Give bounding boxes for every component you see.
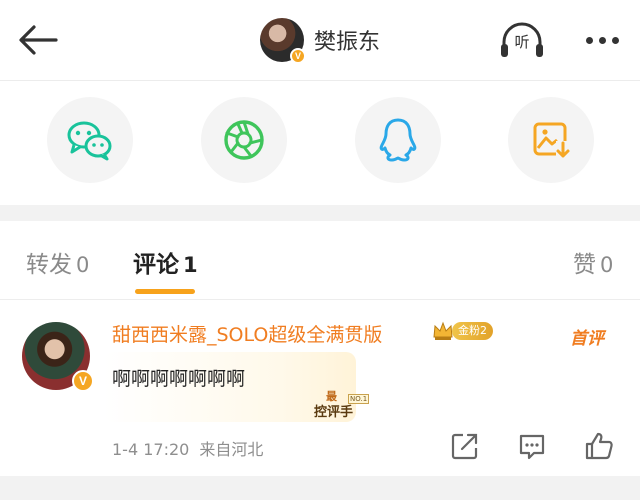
comment-author[interactable]: 甜西西米露_SOLO超级全满贯版 [112, 320, 382, 347]
more-dots-icon [585, 36, 593, 44]
wechat-icon [67, 121, 112, 161]
share-qq-button[interactable] [355, 97, 441, 183]
active-tab-indicator [135, 289, 195, 294]
comment-source: 来自河北 [199, 440, 264, 459]
qq-icon [379, 118, 417, 162]
bottom-separator [0, 476, 640, 500]
crown-icon [433, 321, 453, 340]
header-user[interactable]: V 樊振东 [260, 16, 380, 64]
username[interactable]: 樊振东 [314, 24, 380, 56]
tab-label: 评论 [133, 252, 179, 278]
avatar[interactable]: V [22, 322, 94, 392]
tab-count: 1 [183, 253, 198, 277]
save-image-button[interactable] [508, 97, 594, 183]
like-icon [585, 432, 613, 460]
avatar[interactable]: V [260, 18, 306, 64]
top-bar: V 樊振东 听 [0, 0, 640, 80]
tab-bar: 转发 0 评论 1 赞0 [0, 221, 640, 299]
listen-label: 听 [514, 33, 530, 51]
share-wechat-button[interactable] [47, 97, 133, 183]
badge-text: NO.1 [348, 394, 370, 404]
comment-item[interactable]: V 甜西西米露_SOLO超级全满贯版 金粉2 首评 啊啊啊啊啊啊啊 最 控评手 … [0, 300, 640, 476]
verified-badge: V [290, 48, 306, 64]
reply-button[interactable] [516, 430, 548, 462]
repost-button[interactable] [449, 430, 481, 462]
fan-badge-label: 金粉2 [452, 322, 493, 340]
comment-time: 1-4 17:20 [112, 440, 190, 459]
comment-icon [519, 434, 545, 460]
tab-count: 0 [76, 253, 90, 277]
share-moments-button[interactable] [201, 97, 287, 183]
comment-meta: 1-4 17:20 来自河北 [112, 436, 263, 460]
tab-reposts[interactable]: 转发 0 [26, 245, 89, 279]
wechat-moments-icon [224, 120, 264, 160]
tab-label: 赞 [573, 252, 596, 278]
tab-likes[interactable]: 赞0 [573, 245, 613, 279]
section-separator [0, 205, 640, 221]
arrow-left-icon [19, 25, 58, 55]
top-commenter-badge: 最 控评手 NO.1 [298, 388, 370, 420]
tab-label: 转发 [26, 252, 72, 278]
back-button[interactable] [16, 22, 60, 58]
more-button[interactable] [578, 24, 626, 56]
save-image-icon [533, 122, 570, 159]
comment-text: 啊啊啊啊啊啊啊 [112, 368, 246, 390]
fan-badge[interactable]: 金粉2 [432, 320, 493, 342]
tab-count: 0 [600, 253, 614, 277]
first-comment-badge: 首评 [570, 329, 604, 349]
verified-badge: V [72, 370, 94, 392]
like-button[interactable] [583, 430, 615, 462]
listen-button[interactable]: 听 [498, 20, 546, 60]
tab-comments[interactable]: 评论 1 [133, 245, 198, 279]
share-row [0, 81, 640, 205]
share-icon [451, 433, 478, 460]
